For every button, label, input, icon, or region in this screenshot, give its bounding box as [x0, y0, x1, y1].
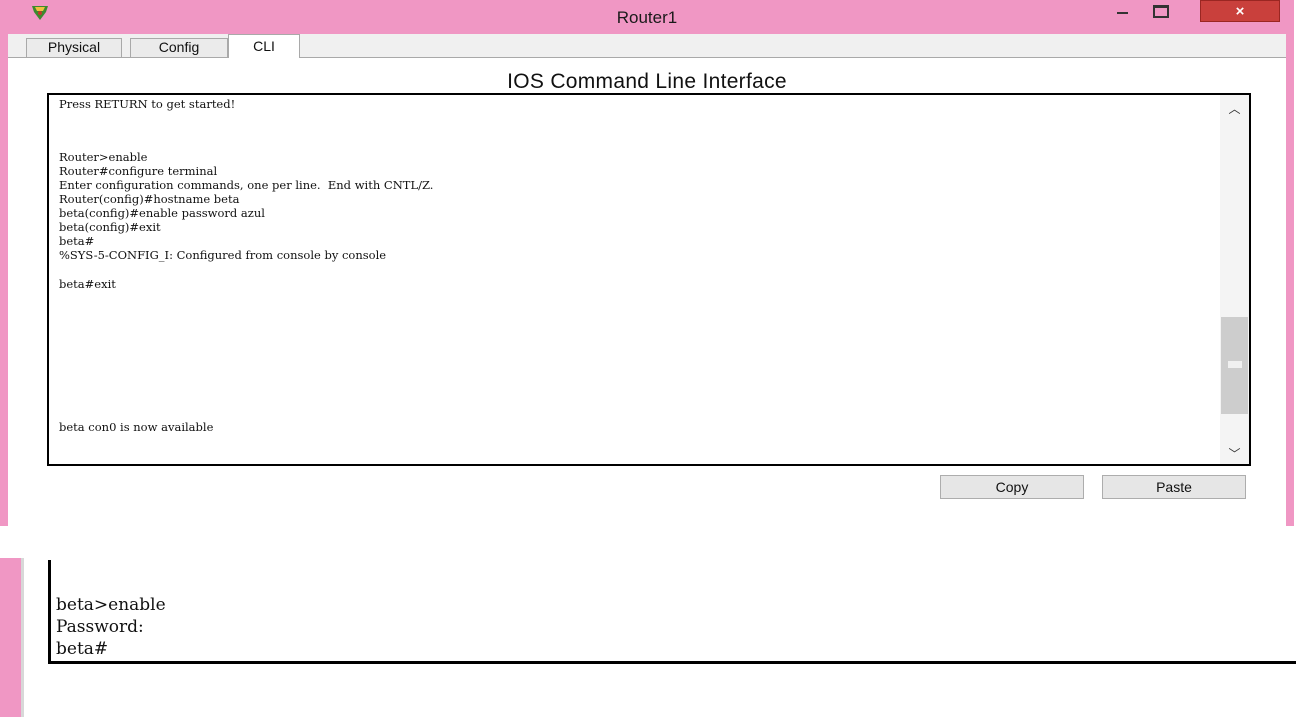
vertical-scrollbar[interactable]: ︿ ﹀ — [1220, 95, 1249, 464]
title-bar[interactable]: Router1 × — [0, 0, 1294, 34]
tab-physical[interactable]: Physical — [26, 38, 122, 57]
console-line: %SYS-5-CONFIG_I: Configured from console… — [59, 248, 387, 262]
minimize-button[interactable] — [1105, 0, 1139, 22]
maximize-icon — [1153, 4, 1169, 18]
tab-config[interactable]: Config — [130, 38, 228, 57]
scroll-up-icon[interactable]: ︿ — [1220, 97, 1249, 119]
window-client-area: Physical Config CLI IOS Command Line Int… — [8, 34, 1286, 526]
snippet-console-line: beta# — [56, 639, 109, 659]
console-line: Router#configure terminal — [59, 164, 218, 178]
snippet-console-line: Password: — [56, 617, 144, 637]
scroll-down-icon[interactable]: ﹀ — [1220, 442, 1249, 464]
console-line: Enter configuration commands, one per li… — [59, 178, 434, 192]
console-line: Router(config)#hostname beta — [59, 192, 240, 206]
console-line: beta#exit — [59, 277, 116, 291]
close-button[interactable]: × — [1200, 0, 1280, 22]
console-line: Press RETURN to get started! — [59, 97, 236, 111]
snippet-terminal-border — [48, 560, 51, 664]
cli-terminal[interactable]: Press RETURN to get started! Router>enab… — [47, 93, 1251, 466]
tab-bar: Physical Config CLI — [8, 34, 1286, 58]
console-line: beta# — [59, 234, 95, 248]
console-line: beta(config)#enable password azul — [59, 206, 265, 220]
snippet-window-frame — [0, 558, 21, 717]
router-window: Router1 × Physical Config CLI IOS Comman… — [0, 0, 1294, 526]
window-title: Router1 — [616, 8, 678, 27]
tab-cli[interactable]: CLI — [228, 34, 300, 58]
console-line: beta(config)#exit — [59, 220, 161, 234]
snippet-frame-edge — [21, 558, 24, 717]
console-line: beta con0 is now available — [59, 420, 214, 434]
scroll-thumb[interactable] — [1221, 317, 1248, 414]
scroll-grip — [1228, 361, 1242, 368]
minimize-icon — [1116, 12, 1128, 14]
snippet-console-line: beta>enable — [56, 595, 166, 615]
cli-heading: IOS Command Line Interface — [507, 70, 787, 93]
close-icon: × — [1235, 2, 1245, 20]
maximize-button[interactable] — [1144, 0, 1178, 22]
snippet-terminal-border — [48, 661, 1296, 664]
console-line: Router>enable — [59, 150, 148, 164]
paste-button[interactable]: Paste — [1102, 475, 1246, 499]
copy-button[interactable]: Copy — [940, 475, 1084, 499]
